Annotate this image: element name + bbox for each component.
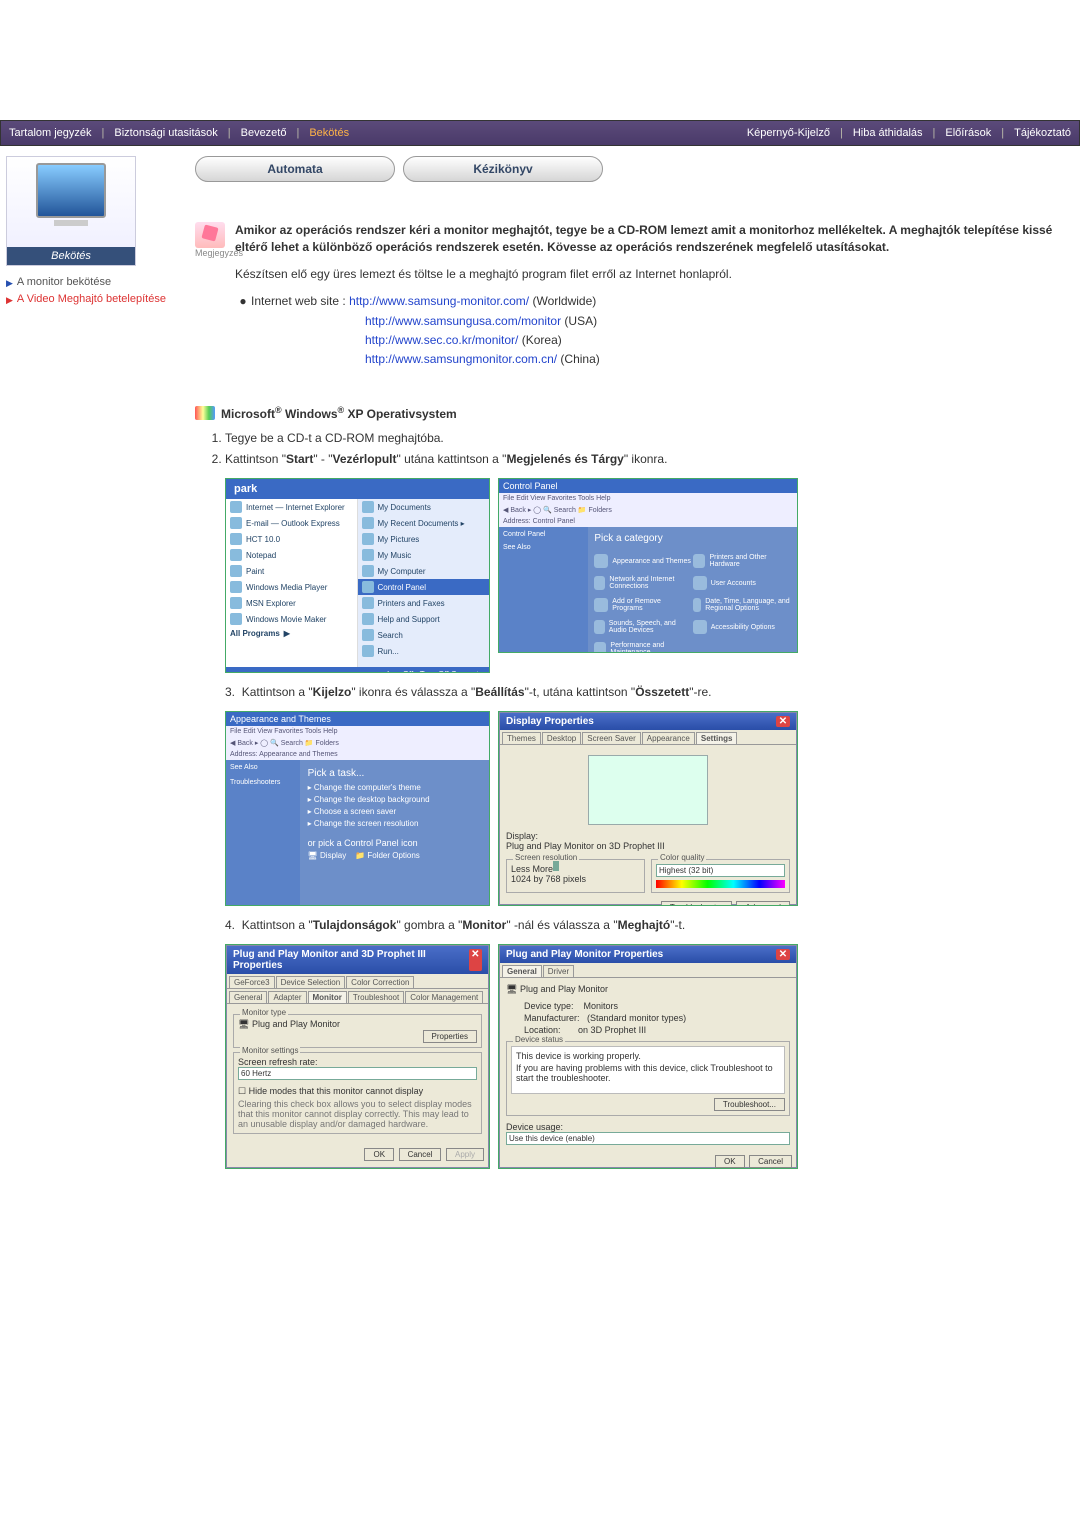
screenshot-display-properties: Display Properties✕ Themes Desktop Scree…: [498, 711, 798, 906]
ok-button[interactable]: OK: [715, 1155, 745, 1168]
troubleshoot-button[interactable]: Troubleshoot...: [714, 1098, 785, 1111]
section-card-label: Bekötés: [7, 247, 135, 265]
manual-button[interactable]: Kézikönyv: [403, 156, 603, 182]
bullet-icon: ●: [235, 292, 251, 311]
note-label: Megjegyzés: [195, 248, 235, 258]
nav-item-active[interactable]: Bekötés: [301, 127, 357, 139]
site-link[interactable]: http://www.sec.co.kr/monitor/: [365, 333, 518, 347]
nav-item[interactable]: Hiba áthidalás: [845, 127, 931, 139]
monitor-preview-icon: [588, 755, 708, 825]
screenshot-control-panel: Control Panel File Edit View Favorites T…: [498, 478, 798, 653]
step-2: Kattintson "Start" - "Vezérlopult" utána…: [225, 450, 1080, 468]
site-link[interactable]: http://www.samsungmonitor.com.cn/: [365, 352, 557, 366]
site-link[interactable]: http://www.samsungusa.com/monitor: [365, 314, 561, 328]
main-content: Automata Kézikönyv Megjegyzés Amikor az …: [175, 152, 1080, 1179]
cancel-button[interactable]: Cancel: [749, 1155, 792, 1168]
sidebar-link[interactable]: ▶ A monitor bekötése: [6, 274, 169, 291]
triangle-icon: ▶: [6, 295, 13, 306]
properties-button[interactable]: Properties: [423, 1030, 477, 1043]
sidebar-link-active[interactable]: ▶ A Video Meghajtó betelepítése: [6, 291, 169, 308]
site-prefix: Internet web site : http://www.samsung-m…: [251, 292, 596, 311]
nav-item[interactable]: Tájékoztató: [1006, 127, 1079, 139]
note-icon: [195, 222, 225, 248]
step-3: 3. Kattintson a "Kijelzo" ikonra és vála…: [225, 683, 1080, 701]
screenshot-appearance-themes: Appearance and Themes File Edit View Fav…: [225, 711, 490, 906]
section-card: Bekötés: [6, 156, 136, 266]
screenshot-start-menu: park Internet — Internet Explorer E-mail…: [225, 478, 490, 673]
apply-button: Apply: [446, 1148, 484, 1161]
close-icon[interactable]: ✕: [776, 949, 790, 960]
step-1: Tegye be a CD-t a CD-ROM meghajtóba.: [225, 429, 1080, 447]
prep-text: Készítsen elő egy üres lemezt és töltse …: [235, 266, 1080, 283]
nav-item[interactable]: Előírások: [937, 127, 999, 139]
site-link[interactable]: http://www.samsung-monitor.com/: [349, 294, 529, 308]
close-icon[interactable]: ✕: [469, 949, 482, 971]
left-sidebar: Bekötés ▶ A monitor bekötése ▶ A Video M…: [0, 152, 175, 1179]
windows-logo-icon: [195, 406, 215, 420]
troubleshoot-button[interactable]: Troubleshoot...: [661, 901, 732, 906]
ok-button[interactable]: OK: [364, 1148, 394, 1161]
nav-item[interactable]: Biztonsági utasitások: [106, 127, 225, 139]
step-4: 4. Kattintson a "Tulajdonságok" gombra a…: [225, 916, 1080, 934]
triangle-icon: ▶: [6, 278, 13, 289]
advanced-button[interactable]: Advanced: [736, 901, 790, 906]
auto-button[interactable]: Automata: [195, 156, 395, 182]
screenshot-monitor-properties: Plug and Play Monitor Properties✕ Genera…: [498, 944, 798, 1169]
cancel-button[interactable]: Cancel: [399, 1148, 442, 1161]
nav-item[interactable]: Tartalom jegyzék: [1, 127, 100, 139]
nav-item[interactable]: Képernyő-Kijelző: [739, 127, 838, 139]
nav-item[interactable]: Bevezető: [233, 127, 295, 139]
screenshot-adapter-properties: Plug and Play Monitor and 3D Prophet III…: [225, 944, 490, 1169]
close-icon[interactable]: ✕: [776, 716, 790, 727]
top-navigation: Tartalom jegyzék| Biztonsági utasitások|…: [0, 120, 1080, 146]
section-title: Microsoft® Windows® XP Operativsystem: [221, 405, 457, 421]
monitor-icon: [36, 163, 106, 218]
note-text: Amikor az operációs rendszer kéri a moni…: [235, 222, 1080, 256]
